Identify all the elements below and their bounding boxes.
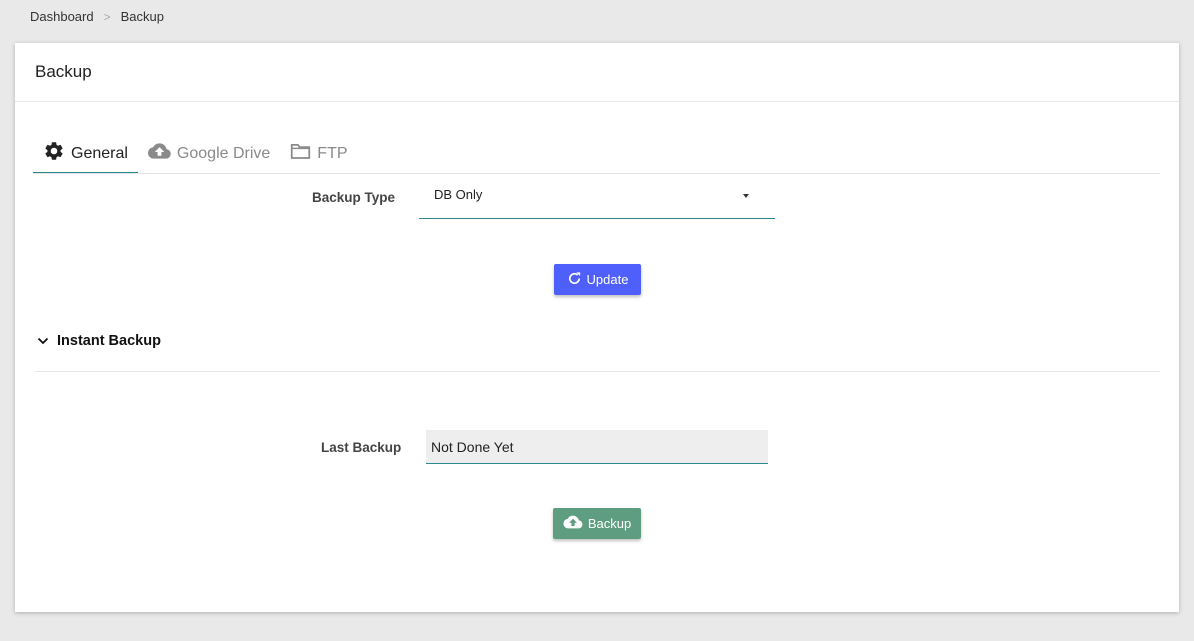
backup-type-select[interactable]: DB Only <box>419 175 775 219</box>
caret-down-icon <box>743 194 749 198</box>
tab-label: FTP <box>317 144 348 162</box>
gear-icon <box>43 140 71 167</box>
update-button[interactable]: Update <box>554 264 641 295</box>
backup-type-value: DB Only <box>434 187 483 202</box>
section-divider <box>35 371 1160 372</box>
last-backup-label: Last Backup <box>321 439 402 455</box>
refresh-icon <box>567 271 587 289</box>
instant-backup-title: Instant Backup <box>57 333 161 349</box>
card-header: Backup <box>15 43 1179 102</box>
tab-label: General <box>71 144 128 162</box>
tab-bar: General Google Drive FTP <box>33 135 1160 174</box>
page-title: Backup <box>35 62 92 81</box>
chevron-down-icon <box>37 333 57 349</box>
tab-ftp[interactable]: FTP <box>280 135 357 172</box>
backup-label: Backup <box>587 516 632 531</box>
tab-general[interactable]: General <box>33 135 138 173</box>
update-label: Update <box>586 272 629 287</box>
backup-type-row: Backup Type DB Only <box>312 175 775 219</box>
backup-type-label: Backup Type <box>312 189 396 205</box>
breadcrumb-dashboard[interactable]: Dashboard <box>30 9 94 24</box>
breadcrumb: Dashboard > Backup <box>30 9 164 24</box>
folder-icon <box>290 142 317 165</box>
cloud-upload-icon <box>563 514 588 533</box>
cloud-upload-icon <box>147 141 177 166</box>
breadcrumb-current: Backup <box>120 9 164 24</box>
last-backup-row: Last Backup Not Done Yet <box>321 430 768 464</box>
backup-button[interactable]: Backup <box>553 508 641 539</box>
backup-card: Backup General Google Drive FTP Backup T… <box>15 43 1179 612</box>
last-backup-field: Not Done Yet <box>426 430 768 464</box>
instant-backup-toggle[interactable]: Instant Backup <box>37 333 161 349</box>
breadcrumb-separator: > <box>103 9 111 24</box>
tab-label: Google Drive <box>176 144 271 162</box>
tab-google-drive[interactable]: Google Drive <box>138 135 280 172</box>
